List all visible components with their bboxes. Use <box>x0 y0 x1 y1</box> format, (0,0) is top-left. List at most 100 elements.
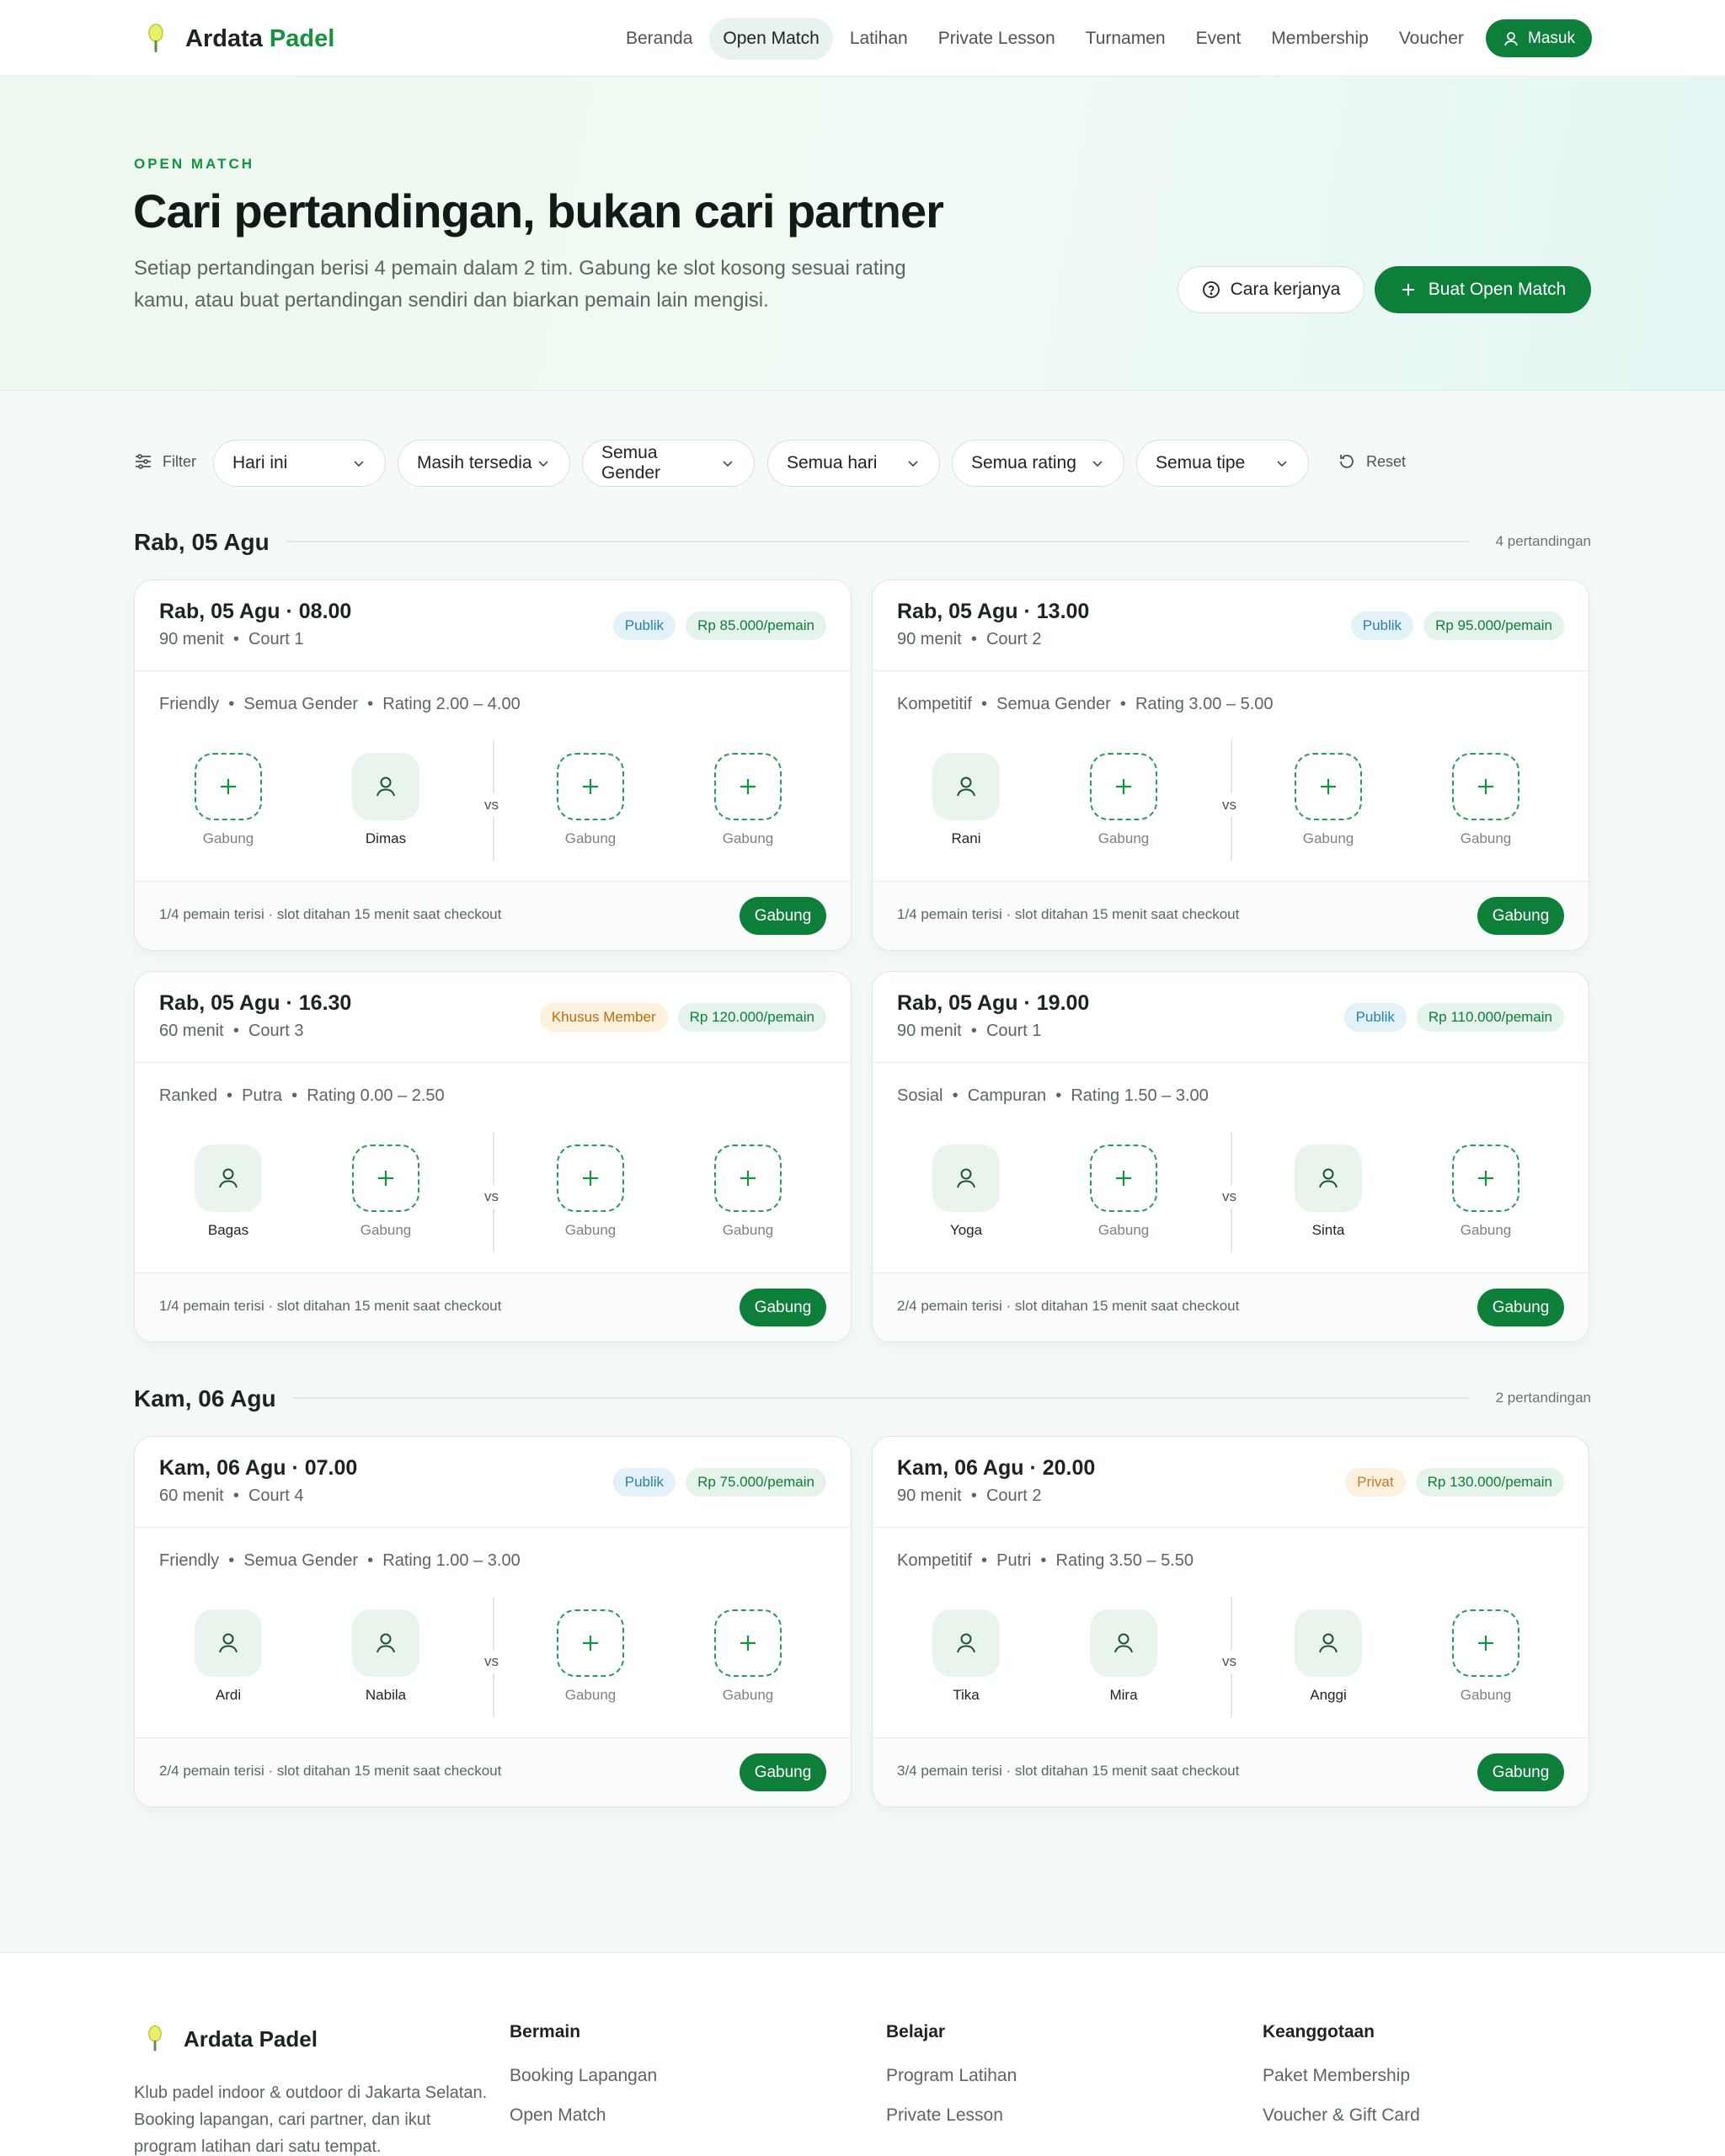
open-slot[interactable]: Gabung <box>702 1145 794 1239</box>
empty-slot[interactable] <box>352 1145 419 1212</box>
match-card-header: Rab, 05 Agu · 08.00 90 menit • Court 1 Pub… <box>135 580 851 671</box>
match-card[interactable]: Kam, 06 Agu · 20.00 90 menit • Court 2 Pri… <box>872 1436 1589 1807</box>
empty-slot[interactable] <box>714 1145 782 1212</box>
reset-button[interactable]: Reset <box>1338 452 1406 471</box>
slot-label: Gabung <box>564 1687 617 1703</box>
footer-brand-name: Ardata Padel <box>184 2025 318 2052</box>
empty-slot[interactable] <box>557 1609 624 1677</box>
join-button[interactable]: Gabung <box>1477 1289 1564 1326</box>
nav-membership[interactable]: Membership <box>1258 18 1382 60</box>
slot-label: Yoga <box>949 1222 983 1238</box>
match-card[interactable]: Kam, 06 Agu · 07.00 60 menit • Court 4 Pub… <box>134 1436 852 1807</box>
footer-brand[interactable]: Ardata Padel <box>143 2024 318 2054</box>
day-select[interactable]: Semua hari <box>767 440 940 487</box>
empty-slot[interactable] <box>714 753 782 820</box>
empty-slot[interactable] <box>714 1609 782 1677</box>
footer-link-membership[interactable]: Paket Membership <box>1263 2066 1420 2086</box>
open-slot[interactable]: Gabung <box>1439 1145 1532 1239</box>
match-card-footer: 1/4 pemain terisi · slot ditahan 15 meni… <box>135 881 851 950</box>
match-card[interactable]: Rab, 05 Agu · 16.30 60 menit • Court 3 Khu… <box>134 971 852 1342</box>
nav-open-match[interactable]: Open Match <box>709 18 833 60</box>
open-slot[interactable]: Gabung <box>544 1145 637 1239</box>
reset-label: Reset <box>1366 452 1407 470</box>
nav-beranda[interactable]: Beranda <box>612 18 706 60</box>
join-button[interactable]: Gabung <box>740 1289 826 1326</box>
brand[interactable]: Ardata Padel <box>143 22 334 56</box>
nav-private-lesson[interactable]: Private Lesson <box>925 18 1069 60</box>
match-card[interactable]: Rab, 05 Agu · 19.00 90 menit • Court 1 Pub… <box>872 971 1589 1342</box>
access-badge: Publik <box>612 1468 676 1497</box>
how-it-works-button[interactable]: Cara kerjanya <box>1178 266 1365 313</box>
match-badges: Privat Rp 130.000/pemain <box>1345 1468 1564 1497</box>
empty-slot[interactable] <box>1090 1145 1157 1212</box>
footer-link-program-latihan[interactable]: Program Latihan <box>886 2066 1017 2086</box>
open-slot[interactable]: Gabung <box>182 753 275 847</box>
slot-label: Gabung <box>564 1222 617 1238</box>
empty-slot[interactable] <box>1452 753 1519 820</box>
join-button[interactable]: Gabung <box>740 897 826 935</box>
match-meta: 90 menit • Court 1 <box>897 1022 1042 1040</box>
join-button[interactable]: Gabung <box>1477 897 1564 935</box>
vs-label: vs <box>484 1650 499 1673</box>
footer-link-booking[interactable]: Booking Lapangan <box>510 2066 657 2086</box>
user-icon <box>1319 1633 1338 1653</box>
match-info: Kompetitif • Putri • Rating 3.50 – 5.50 <box>897 1551 1194 1570</box>
price-badge: Rp 120.000/pemain <box>677 1003 826 1032</box>
open-slot[interactable]: Gabung <box>1077 1145 1170 1239</box>
empty-slot[interactable] <box>557 753 624 820</box>
player-slot: Dimas <box>339 753 432 847</box>
join-button[interactable]: Gabung <box>740 1753 826 1791</box>
open-slot[interactable]: Gabung <box>702 753 794 847</box>
footer-link-open-match[interactable]: Open Match <box>510 2105 657 2126</box>
empty-slot[interactable] <box>557 1145 624 1212</box>
join-button[interactable]: Gabung <box>1477 1753 1564 1791</box>
rating-select[interactable]: Semua rating <box>952 440 1124 487</box>
plus-icon <box>1116 1171 1131 1186</box>
date-select[interactable]: Hari ini <box>213 440 386 487</box>
select-value: Semua hari <box>787 453 878 472</box>
open-slot[interactable]: Gabung <box>1282 753 1375 847</box>
day-title: Rab, 05 Agu <box>134 529 270 555</box>
slot-label: Gabung <box>360 1222 412 1238</box>
empty-slot[interactable] <box>1090 753 1157 820</box>
plus-icon <box>1321 779 1336 794</box>
open-slot[interactable]: Gabung <box>544 753 637 847</box>
open-slot[interactable]: Gabung <box>1077 753 1170 847</box>
empty-slot[interactable] <box>195 753 262 820</box>
create-open-match-button[interactable]: Buat Open Match <box>1375 266 1591 313</box>
match-card[interactable]: Rab, 05 Agu · 13.00 90 menit • Court 2 Pub… <box>872 579 1589 951</box>
open-slot[interactable]: Gabung <box>339 1145 432 1239</box>
footer-col-belajar: Belajar Program Latihan Private Lesson <box>886 2022 1017 2145</box>
empty-slot[interactable] <box>1452 1609 1519 1677</box>
match-card[interactable]: Rab, 05 Agu · 08.00 90 menit • Court 1 Pub… <box>134 579 852 951</box>
plus-icon <box>1478 1171 1493 1186</box>
nav-latihan[interactable]: Latihan <box>836 18 921 60</box>
availability-select[interactable]: Masih tersedia <box>398 440 570 487</box>
padel-racket-icon <box>148 2025 162 2052</box>
open-slot[interactable]: Gabung <box>702 1609 794 1704</box>
nav-event[interactable]: Event <box>1183 18 1255 60</box>
slot-label: Sinta <box>1311 1222 1345 1238</box>
gender-select[interactable]: Semua Gender <box>582 440 755 487</box>
user-icon <box>377 1633 395 1653</box>
empty-slot[interactable] <box>1452 1145 1519 1212</box>
nav-voucher[interactable]: Voucher <box>1386 18 1477 60</box>
match-time: Kam, 06 Agu · 07.00 <box>159 1456 358 1480</box>
type-select[interactable]: Semua tipe <box>1136 440 1309 487</box>
slot-note: 1/4 pemain terisi · slot ditahan 15 meni… <box>159 906 502 922</box>
open-slot[interactable]: Gabung <box>1439 1609 1532 1704</box>
footer-link-private-lesson[interactable]: Private Lesson <box>886 2105 1017 2126</box>
open-slot[interactable]: Gabung <box>1439 753 1532 847</box>
login-button[interactable]: Masuk <box>1486 19 1592 57</box>
hero-eyebrow: OPEN MATCH <box>134 156 255 172</box>
nav-turnamen[interactable]: Turnamen <box>1072 18 1179 60</box>
empty-slot[interactable] <box>1295 753 1362 820</box>
slot-note: 2/4 pemain terisi · slot ditahan 15 meni… <box>159 1763 502 1779</box>
access-badge: Publik <box>1343 1003 1407 1032</box>
slot-note: 1/4 pemain terisi · slot ditahan 15 meni… <box>159 1298 502 1314</box>
access-badge: Publik <box>1350 611 1414 640</box>
match-card-header: Rab, 05 Agu · 19.00 90 menit • Court 1 Pub… <box>873 972 1589 1063</box>
match-time: Rab, 05 Agu · 13.00 <box>897 600 1090 623</box>
footer-link-voucher[interactable]: Voucher & Gift Card <box>1263 2105 1420 2126</box>
open-slot[interactable]: Gabung <box>544 1609 637 1704</box>
